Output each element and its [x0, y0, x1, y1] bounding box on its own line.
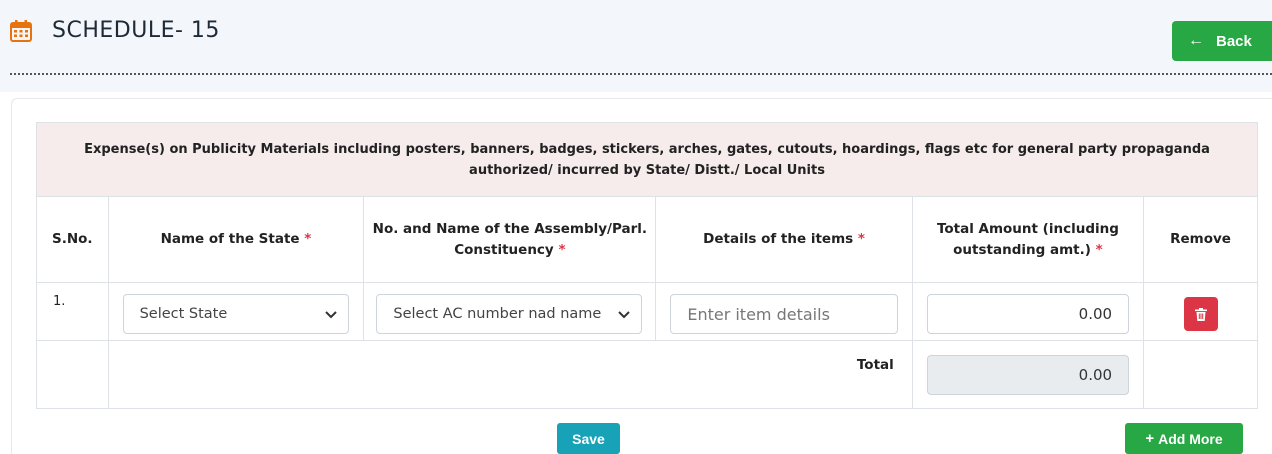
save-button[interactable]: Save	[557, 423, 620, 454]
header-amount-label: Total Amount (including outstanding amt.…	[936, 220, 1119, 258]
amount-input[interactable]: 0.00	[926, 294, 1130, 334]
header-divider	[10, 73, 1272, 75]
header-constituency-label: No. and Name of the Assembly/Parl. Const…	[372, 220, 648, 258]
total-row: Total 0.00	[36, 340, 1258, 409]
total-label: Total	[107, 340, 913, 409]
back-button[interactable]: ← Back	[1172, 21, 1272, 61]
add-more-button[interactable]: + Add More	[1125, 423, 1243, 454]
plus-icon: +	[1145, 430, 1155, 447]
required-marker: *	[1095, 241, 1103, 258]
item-details-placeholder: Enter item details	[687, 304, 830, 324]
page-header: SCHEDULE- 15 ← Back	[0, 0, 1272, 92]
remove-row-button[interactable]	[1184, 297, 1219, 331]
amount-cell: 0.00	[911, 282, 1145, 341]
total-amount-value: 0.00	[1078, 366, 1113, 384]
total-empty-cell-2	[1143, 340, 1258, 409]
title-group: SCHEDULE- 15	[10, 18, 220, 43]
header-remove: Remove	[1143, 196, 1258, 283]
chevron-down-icon	[617, 307, 632, 321]
total-amount-cell: 0.00	[911, 340, 1145, 409]
state-select[interactable]: Select State	[122, 294, 350, 334]
constituency-select[interactable]: Select AC number nad name	[376, 294, 643, 334]
required-marker: *	[304, 231, 312, 247]
constituency-cell: Select AC number nad name	[363, 282, 657, 341]
state-cell: Select State	[107, 282, 365, 341]
remove-cell	[1143, 282, 1258, 341]
chevron-down-icon	[325, 311, 338, 319]
header-state-label: Name of the State	[160, 231, 300, 247]
calendar-icon	[10, 19, 32, 42]
arrow-left-icon: ←	[1188, 32, 1204, 49]
required-marker: *	[857, 231, 865, 247]
header-constituency: No. and Name of the Assembly/Parl. Const…	[363, 196, 657, 283]
expense-table: Expense(s) on Publicity Materials includ…	[36, 122, 1258, 409]
header-items-label: Details of the items	[703, 231, 854, 247]
header-items: Details of the items *	[655, 196, 913, 283]
items-cell: Enter item details	[655, 282, 913, 341]
table-row: 1. Select State Select AC number nad nam…	[36, 282, 1258, 341]
back-label: Back	[1216, 32, 1252, 50]
table-header-row: S.No. Name of the State * No. and Name o…	[36, 196, 1258, 283]
required-marker: *	[558, 241, 566, 258]
item-details-input[interactable]: Enter item details	[670, 294, 898, 334]
page-title: SCHEDULE- 15	[52, 18, 220, 43]
constituency-select-value: Select AC number nad name	[393, 306, 602, 322]
total-amount-field: 0.00	[926, 355, 1130, 395]
header-state: Name of the State *	[107, 196, 365, 283]
header-amount: Total Amount (including outstanding amt.…	[911, 196, 1145, 283]
total-empty-cell	[36, 340, 109, 409]
row-sno: 1.	[36, 282, 109, 341]
trash-icon	[1195, 307, 1208, 321]
header-sno: S.No.	[36, 196, 109, 283]
add-more-label: Add More	[1158, 430, 1223, 447]
state-select-value: Select State	[139, 306, 228, 322]
table-caption: Expense(s) on Publicity Materials includ…	[36, 122, 1258, 197]
amount-value: 0.00	[1078, 305, 1113, 323]
